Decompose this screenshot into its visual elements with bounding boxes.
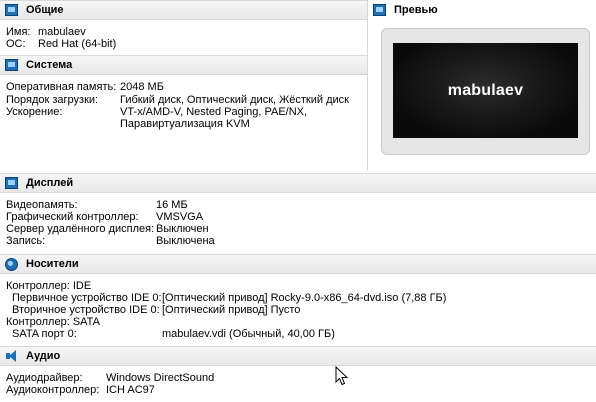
section-general-header[interactable]: Общие (0, 0, 367, 20)
preview-icon (373, 4, 386, 16)
preview-screen: mabulaev (393, 43, 578, 138)
section-title: Система (26, 59, 73, 71)
display-icon (5, 177, 18, 189)
display-row-recording: Запись: Выключена (6, 235, 215, 247)
storage-disk-icon (5, 257, 18, 271)
section-system-header[interactable]: Система (0, 55, 367, 75)
audio-row-controller: Аудиоконтроллер: ICH AC97 (6, 384, 155, 396)
section-title: Дисплей (26, 177, 74, 189)
chip-icon (5, 59, 18, 71)
section-storage-header[interactable]: Носители (0, 254, 596, 274)
section-display-header[interactable]: Дисплей (0, 173, 596, 193)
preview-screen-text: mabulaev (447, 81, 524, 99)
section-title: Общие (26, 4, 64, 16)
mouse-cursor-icon (335, 366, 349, 386)
general-row-os: ОС: Red Hat (64-bit) (6, 38, 117, 50)
monitor-icon (5, 4, 18, 16)
system-row-accel-cont: Паравиртуализация KVM (120, 118, 250, 130)
section-title: Аудио (26, 350, 61, 362)
system-row-ram: Оперативная память: 2048 МБ (6, 81, 164, 93)
section-audio-header[interactable]: Аудио (0, 346, 596, 366)
section-title: Носители (26, 258, 79, 270)
preview-monitor: mabulaev (381, 28, 590, 155)
speaker-icon (5, 350, 18, 362)
section-title: Превью (394, 4, 438, 16)
storage-row-sata-port: SATA порт 0: mabulaev.vdi (Обычный, 40,0… (12, 328, 335, 340)
section-preview-header[interactable]: Превью (368, 0, 596, 20)
